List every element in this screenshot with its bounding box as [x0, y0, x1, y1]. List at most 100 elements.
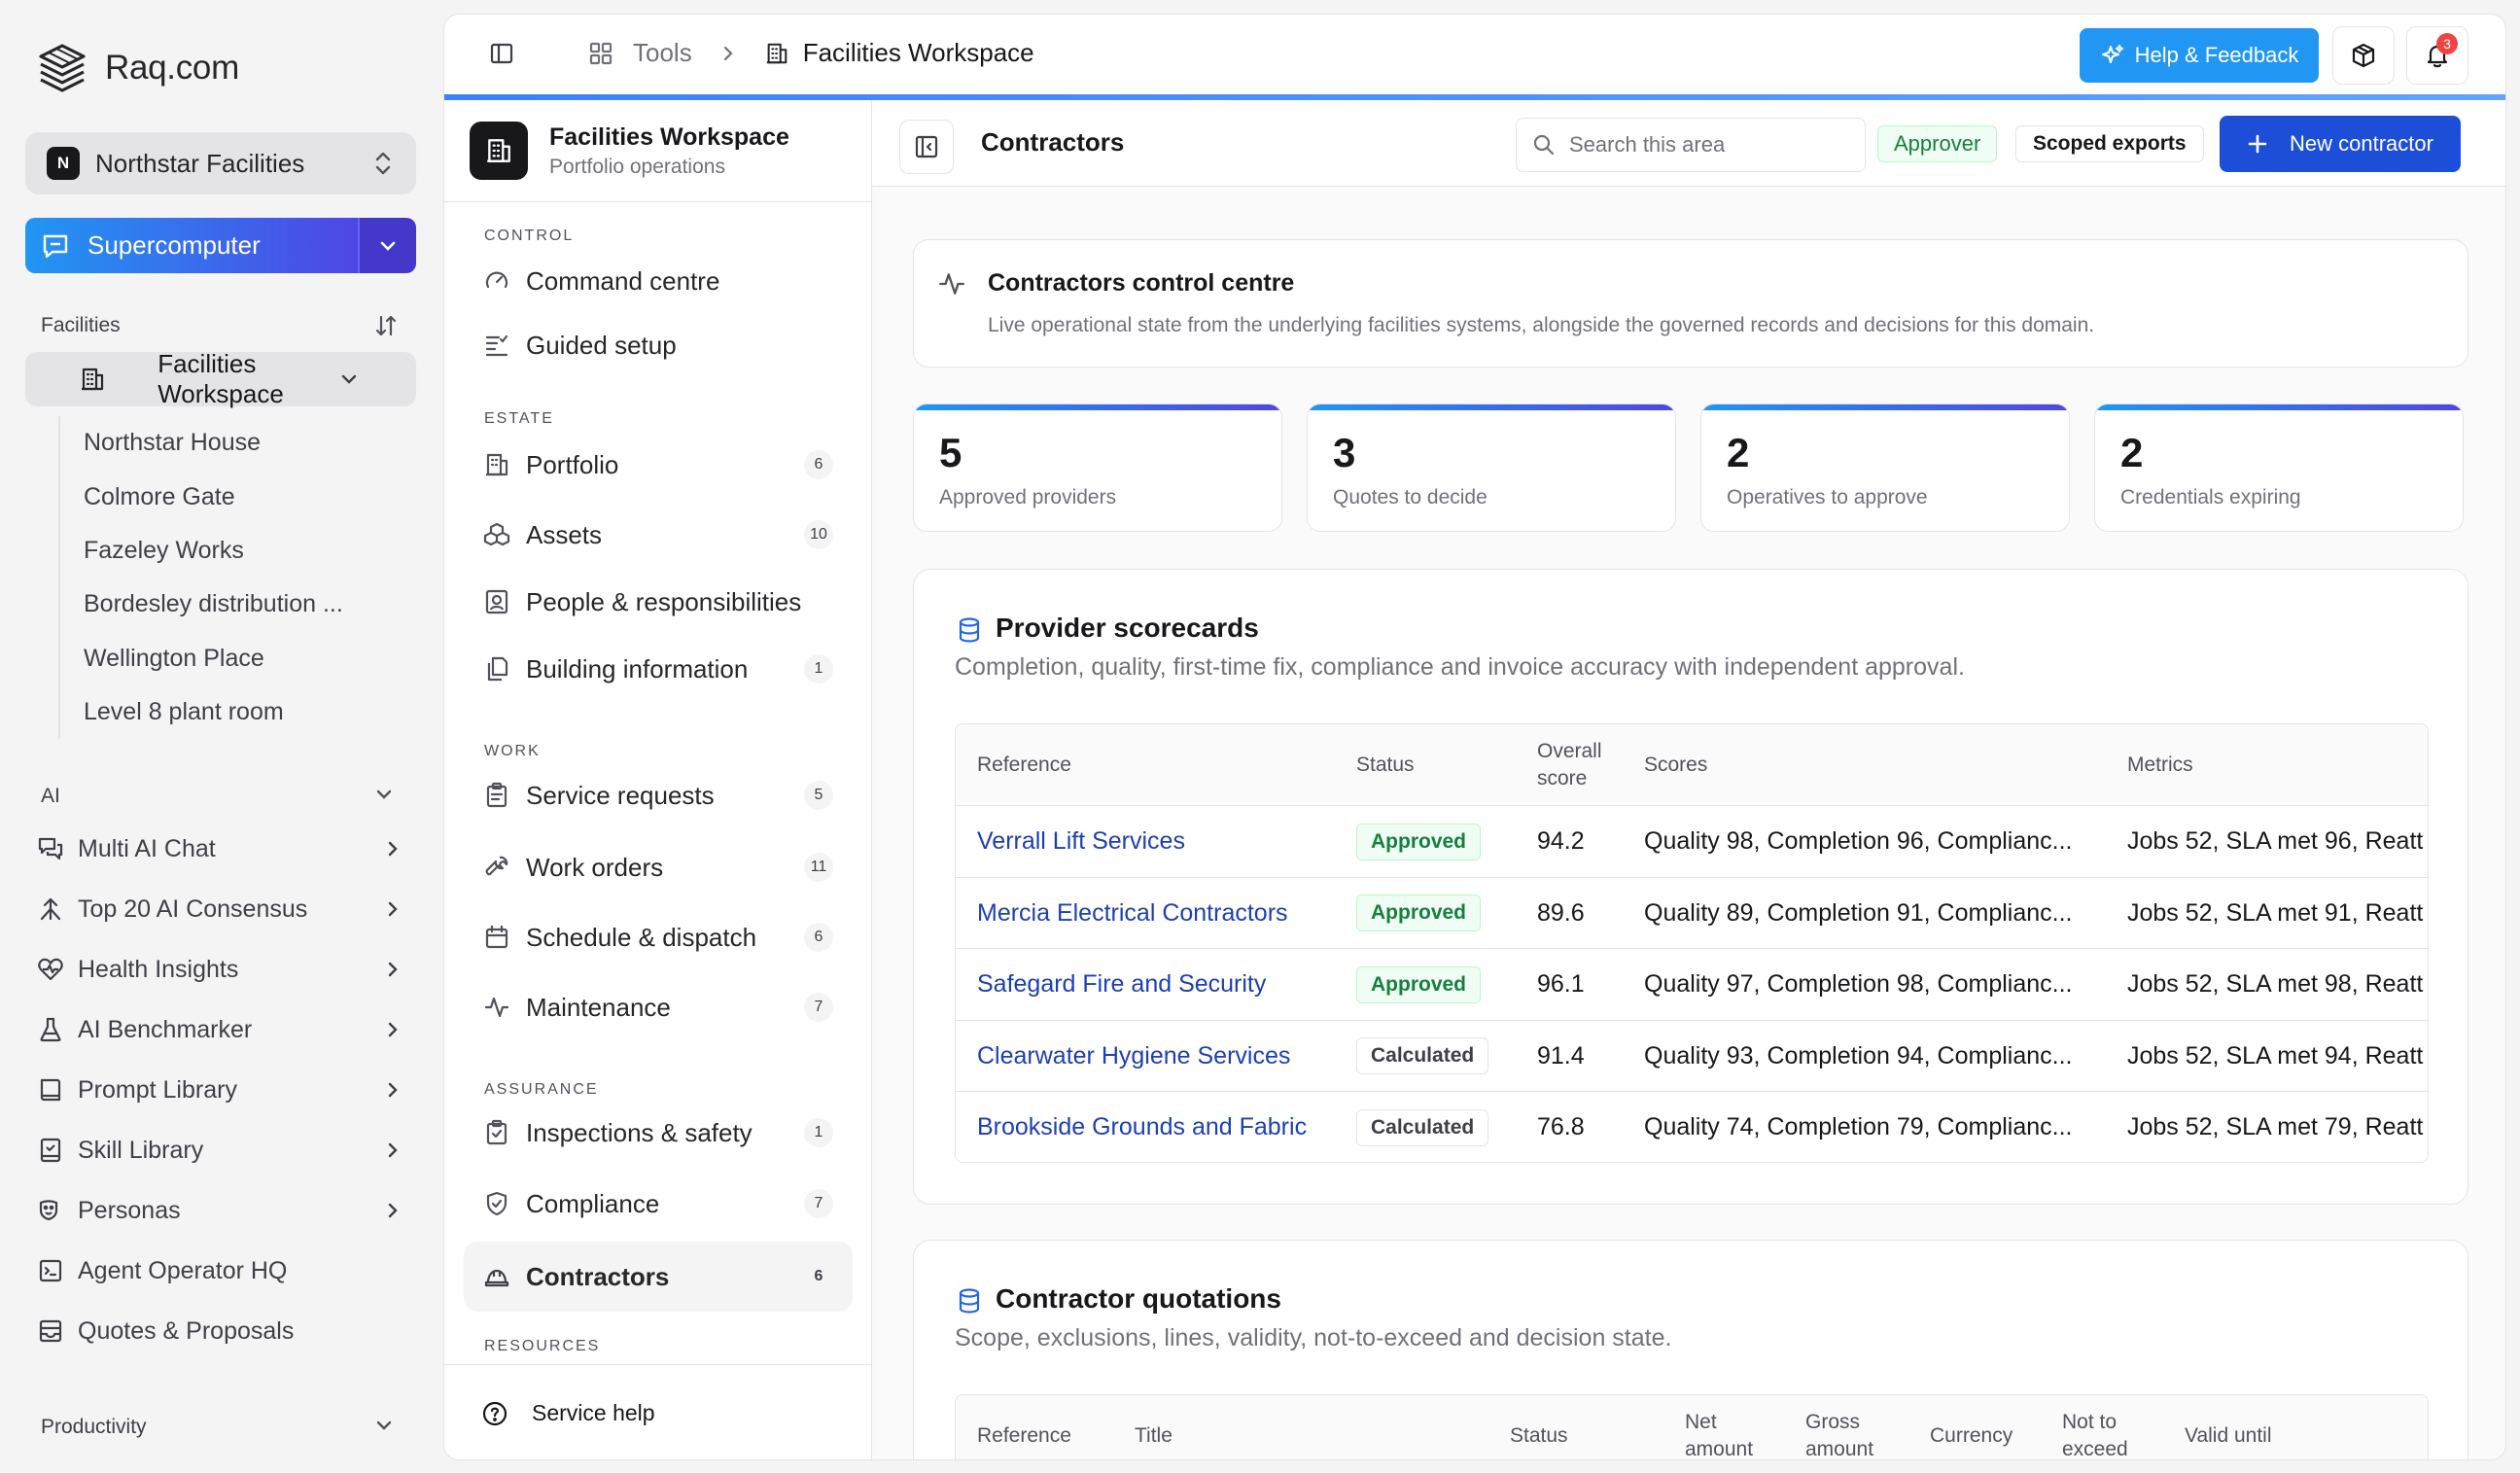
nav-compliance[interactable]: Compliance 7 [464, 1172, 853, 1236]
chevron-down-icon [378, 236, 398, 256]
help-feedback-label: Help & Feedback [2134, 43, 2299, 67]
nav-label: Work orders [526, 852, 664, 882]
stat-card[interactable]: 5 Approved providers [913, 403, 1282, 532]
sort-icon[interactable] [373, 313, 399, 338]
facilities-workspace-item[interactable]: Facilities Workspace [25, 349, 416, 408]
col-scores[interactable]: Scores [1644, 724, 1707, 806]
nav-schedule-dispatch[interactable]: Schedule & dispatch 6 [464, 905, 853, 969]
package-icon [2350, 42, 2377, 69]
nav-inspections-safety[interactable]: Inspections & safety 1 [464, 1101, 853, 1165]
col-metrics[interactable]: Metrics [2127, 724, 2193, 806]
col-gross-amount[interactable]: Gross amount [1805, 1395, 1893, 1459]
breadcrumb: Tools Facilities Workspace [489, 38, 1034, 68]
help-feedback-button[interactable]: Help & Feedback [2080, 28, 2319, 83]
stat-card[interactable]: 3 Quotes to decide [1307, 403, 1676, 532]
supercomputer-main[interactable]: Supercomputer [25, 218, 358, 273]
table-row[interactable]: Safegard Fire and Security Approved 96.1… [956, 949, 2428, 1021]
status-badge: Approved [1356, 965, 1482, 1003]
ai-item-ai-benchmarker[interactable]: AI Benchmarker [25, 1000, 416, 1060]
nav-contractors[interactable]: Contractors 6 [464, 1242, 853, 1312]
notifications-button[interactable]: 3 [2406, 26, 2468, 85]
col-reference[interactable]: Reference [977, 724, 1071, 806]
nav-building-information[interactable]: Building information 1 [464, 637, 853, 701]
activity-icon [937, 269, 966, 298]
row-reference-link[interactable]: Mercia Electrical Contractors [977, 878, 1288, 949]
stat-card[interactable]: 2 Operatives to approve [1700, 403, 2070, 532]
ai-item-prompt-library[interactable]: Prompt Library [25, 1060, 416, 1120]
scoped-exports-chip[interactable]: Scoped exports [2015, 125, 2204, 162]
table-row[interactable]: Mercia Electrical Contractors Approved 8… [956, 878, 2428, 949]
nav-work-orders[interactable]: Work orders 11 [464, 835, 853, 899]
nav-guided-setup[interactable]: Guided setup [464, 313, 853, 377]
ai-item-multi-ai-chat[interactable]: Multi AI Chat [25, 819, 416, 879]
database-icon [957, 616, 982, 644]
col-status[interactable]: Status [1356, 724, 1415, 806]
col-net-amount[interactable]: Net amount [1685, 1395, 1772, 1459]
nav-count: 1 [804, 1118, 833, 1147]
org-switcher[interactable]: N Northstar Facilities [25, 132, 416, 194]
facility-site-list: Northstar House Colmore Gate Fazeley Wor… [58, 416, 375, 740]
workspace-title: Facilities Workspace [549, 123, 789, 151]
ai-item-skill-library[interactable]: Skill Library [25, 1120, 416, 1180]
row-overall: 94.2 [1537, 827, 1585, 855]
nav-service-requests[interactable]: Service requests 5 [464, 763, 853, 827]
row-reference-link[interactable]: Clearwater Hygiene Services [977, 1021, 1290, 1092]
terminal-icon [37, 1257, 64, 1284]
site-item[interactable]: Wellington Place [84, 632, 375, 685]
col-not-to-exceed[interactable]: Not to exceed [2062, 1395, 2150, 1459]
row-reference-link[interactable]: Verrall Lift Services [977, 806, 1185, 877]
row-reference-link[interactable]: Brookside Grounds and Fabric [977, 1092, 1307, 1162]
chevron-down-icon[interactable] [373, 784, 395, 805]
row-metrics: Jobs 52, SLA met 96, Reatt [2127, 827, 2424, 855]
site-item[interactable]: Colmore Gate [84, 470, 375, 523]
brand[interactable]: Raq.com [35, 41, 239, 95]
col-status[interactable]: Status [1510, 1395, 1568, 1459]
calendar-icon [483, 924, 510, 951]
site-item[interactable]: Bordesley distribution ... [84, 578, 375, 631]
col-overall-score[interactable]: Overall score [1537, 724, 1625, 806]
collapse-panel-button[interactable] [899, 120, 954, 174]
facilities-workspace-label: Facilities Workspace [158, 349, 284, 408]
stat-value: 2 [1727, 430, 1750, 475]
col-reference[interactable]: Reference [977, 1395, 1071, 1459]
ai-item-quotes-proposals[interactable]: Quotes & Proposals [25, 1301, 416, 1361]
ai-item-top-20-consensus[interactable]: Top 20 AI Consensus [25, 879, 416, 939]
search-input[interactable] [1569, 132, 1841, 158]
table-row[interactable]: Clearwater Hygiene Services Calculated 9… [956, 1021, 2428, 1092]
nav-people[interactable]: People & responsibilities [464, 570, 853, 634]
ai-item-agent-operator-hq[interactable]: Agent Operator HQ [25, 1241, 416, 1301]
service-help-link[interactable]: Service help [444, 1364, 872, 1459]
supercomputer-button[interactable]: Supercomputer [25, 218, 416, 273]
site-item[interactable]: Northstar House [84, 416, 375, 470]
search-box[interactable] [1516, 118, 1866, 172]
row-reference-link[interactable]: Safegard Fire and Security [977, 949, 1266, 1020]
gauge-icon [483, 267, 510, 295]
chevron-down-icon[interactable] [373, 1415, 395, 1436]
heart-pulse-icon [37, 956, 64, 983]
stat-card[interactable]: 2 Credentials expiring [2094, 403, 2464, 532]
new-contractor-button[interactable]: New contractor [2220, 116, 2461, 172]
site-item[interactable]: Fazeley Works [84, 524, 375, 578]
col-valid-until[interactable]: Valid until [2185, 1395, 2272, 1459]
skill-book-icon [37, 1137, 64, 1164]
nav-maintenance[interactable]: Maintenance 7 [464, 975, 853, 1039]
supercomputer-dropdown[interactable] [358, 218, 416, 273]
nav-command-centre[interactable]: Command centre [464, 249, 853, 313]
site-item[interactable]: Level 8 plant room [84, 685, 375, 739]
col-title[interactable]: Title [1135, 1395, 1172, 1459]
sidebar-toggle-icon[interactable] [489, 41, 514, 66]
nav-assets[interactable]: Assets 10 [464, 503, 853, 567]
grid-icon [588, 41, 613, 66]
table-row[interactable]: Verrall Lift Services Approved 94.2 Qual… [956, 806, 2428, 878]
col-currency[interactable]: Currency [1930, 1395, 2012, 1459]
chevron-down-icon[interactable] [298, 368, 401, 390]
ai-item-personas[interactable]: Personas [25, 1180, 416, 1241]
row-scores: Quality 74, Completion 79, Complianc... [1644, 1113, 2073, 1140]
brand-name: Raq.com [105, 49, 239, 87]
nav-portfolio[interactable]: Portfolio 6 [464, 433, 853, 497]
chevron-right-icon [383, 1020, 402, 1039]
crumb-tools[interactable]: Tools [633, 38, 692, 68]
table-row[interactable]: Brookside Grounds and Fabric Calculated … [956, 1092, 2428, 1162]
box-button[interactable] [2332, 26, 2395, 85]
ai-item-health-insights[interactable]: Health Insights [25, 939, 416, 1000]
